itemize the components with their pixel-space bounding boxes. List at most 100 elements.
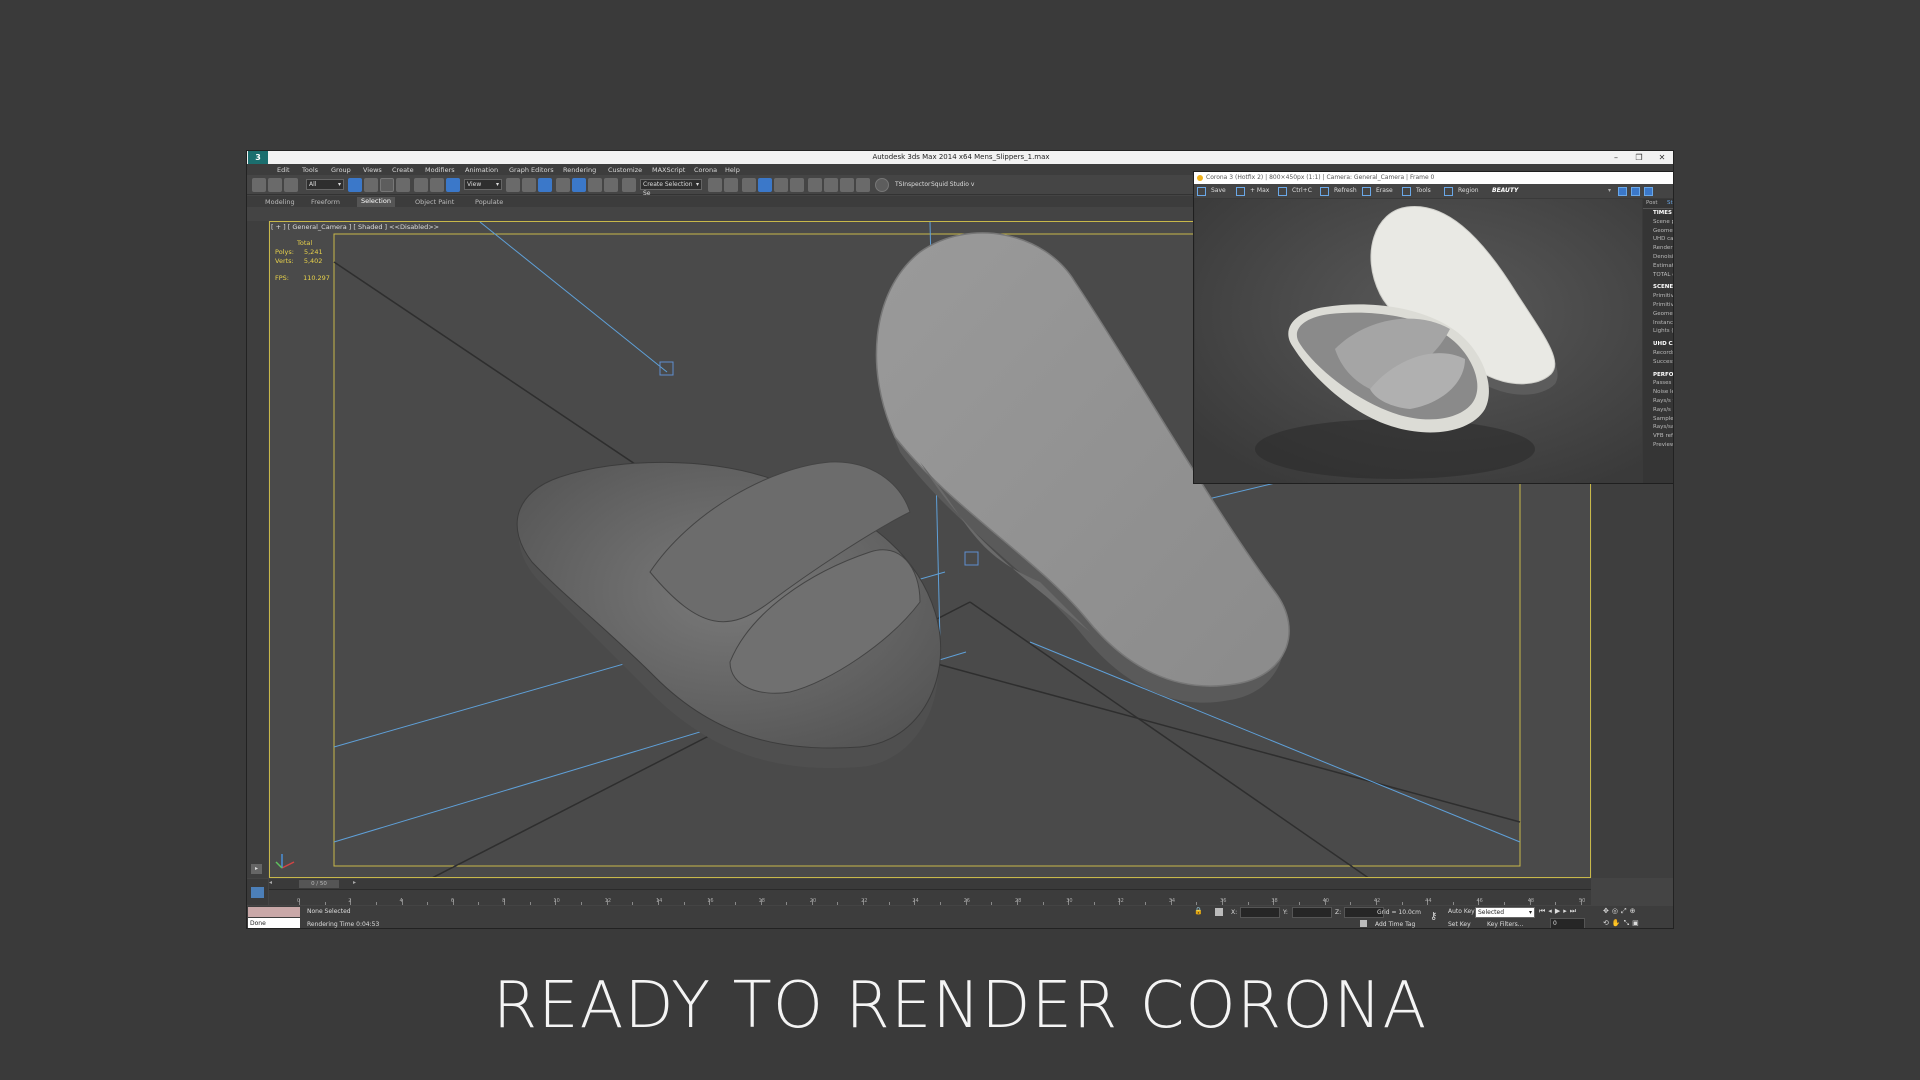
edit-named-selections-icon[interactable] (622, 178, 636, 192)
select-link-icon[interactable] (252, 178, 266, 192)
viewport-navigation-controls-2[interactable]: ⟲✋⤡▣ (1603, 919, 1642, 928)
vfb-save-button[interactable]: Save (1211, 187, 1226, 194)
material-editor-icon[interactable] (808, 178, 822, 192)
vfb-erase-icon[interactable] (1362, 187, 1371, 196)
vfb-max-button[interactable]: + Max (1250, 187, 1269, 194)
vfb-tools-icon[interactable] (1402, 187, 1411, 196)
tab-modeling[interactable]: Modeling (265, 198, 295, 206)
current-frame-field[interactable]: 0 (1550, 918, 1585, 928)
menu-help[interactable]: Help (725, 166, 740, 174)
vfb-element-dropdown-arrow-icon[interactable]: ▾ (1608, 187, 1611, 194)
vfb-region-button[interactable]: Region (1458, 187, 1479, 194)
select-by-name-icon[interactable] (364, 178, 378, 192)
vfb-refresh-button[interactable]: Refresh (1334, 187, 1357, 194)
selection-filter-dropdown[interactable]: All (306, 179, 344, 190)
vfb-ctrlc-button[interactable]: Ctrl+C (1292, 187, 1312, 194)
menu-maxscript[interactable]: MAXScript (652, 166, 685, 174)
menu-animation[interactable]: Animation (465, 166, 498, 174)
vfb-copy-icon[interactable] (1278, 187, 1287, 196)
vfb-rendered-image[interactable] (1195, 199, 1642, 483)
vfb-save-icon[interactable] (1197, 187, 1206, 196)
time-prev-icon[interactable]: ◂ (269, 879, 277, 889)
percent-snap-icon[interactable] (588, 178, 602, 192)
selection-lock-icon[interactable]: 🔒 (1194, 907, 1203, 915)
restore-icon[interactable]: ❐ (1628, 152, 1650, 163)
time-next-icon[interactable]: ▸ (353, 879, 361, 889)
render-production-icon[interactable] (856, 178, 870, 192)
render-setup-icon[interactable] (824, 178, 838, 192)
viewport-label[interactable]: [ + ] [ General_Camera ] [ Shaded ] <<Di… (271, 223, 439, 231)
mini-curve-editor-icon[interactable] (251, 887, 264, 898)
tab-object-paint[interactable]: Object Paint (415, 198, 454, 206)
corona-render-icon[interactable] (875, 178, 889, 192)
close-icon[interactable]: ✕ (1651, 152, 1673, 163)
key-selection-dropdown[interactable]: Selected (1475, 907, 1535, 918)
reference-coord-dropdown[interactable]: View (464, 179, 502, 190)
rotate-icon[interactable] (430, 178, 444, 192)
coord-y-field[interactable] (1292, 907, 1332, 918)
track-bar[interactable]: 0 2 4 6 8 10 12 14 16 18 20 22 24 26 28 30 32 34 36 38 40 42 4… (269, 889, 1591, 905)
menu-edit[interactable]: Edit (277, 166, 290, 174)
viewport-navigation-controls[interactable]: ✥◎⤢⊕ (1603, 907, 1638, 916)
squid-studio-button[interactable]: Squid Studio v (931, 181, 974, 188)
time-frame-counter[interactable]: 0 / 50 (299, 880, 339, 888)
curve-editor-icon[interactable] (774, 178, 788, 192)
mini-curve-toggle[interactable] (247, 879, 268, 905)
tab-selection[interactable]: Selection (357, 197, 395, 207)
menu-corona[interactable]: Corona (694, 166, 717, 174)
graphite-ribbon-icon[interactable] (758, 178, 772, 192)
time-tag-icon[interactable] (1360, 920, 1367, 927)
key-mode-icon[interactable]: ⚷ (1430, 911, 1437, 922)
corona-frame-buffer-window[interactable]: Corona 3 (Hotfix 2) | 800×450px (1:1) | … (1193, 171, 1673, 484)
menu-views[interactable]: Views (363, 166, 382, 174)
mirror-icon[interactable] (708, 178, 722, 192)
rect-selection-icon[interactable] (380, 178, 394, 192)
maxscript-output[interactable]: Done (248, 918, 300, 928)
add-time-tag-button[interactable]: Add Time Tag (1375, 921, 1415, 928)
maxscript-mini-icon[interactable]: ▸ (251, 864, 262, 874)
vfb-render-element-select[interactable]: BEAUTY (1492, 187, 1518, 194)
select-object-icon[interactable] (348, 178, 362, 192)
tab-freeform[interactable]: Freeform (311, 198, 340, 206)
maxscript-listener-input[interactable] (248, 907, 300, 917)
move-icon[interactable] (414, 178, 428, 192)
snaps-toggle-icon[interactable] (556, 178, 570, 192)
menu-rendering[interactable]: Rendering (563, 166, 596, 174)
menu-modifiers[interactable]: Modifiers (425, 166, 455, 174)
key-filters-button[interactable]: Key Filters... (1487, 921, 1524, 928)
menu-group[interactable]: Group (331, 166, 351, 174)
vfb-refresh-icon[interactable] (1320, 187, 1329, 196)
vfb-max-icon[interactable] (1236, 187, 1245, 196)
vfb-zoom-icon[interactable] (1618, 187, 1627, 196)
tab-populate[interactable]: Populate (475, 198, 503, 206)
angle-snap-icon[interactable] (572, 178, 586, 192)
slipper-left-model[interactable] (516, 461, 942, 769)
bind-space-warp-icon[interactable] (284, 178, 298, 192)
named-selection-sets-dropdown[interactable]: Create Selection Se (640, 179, 702, 197)
scale-icon[interactable] (446, 178, 460, 192)
pivot-center-icon[interactable] (506, 178, 520, 192)
auto-key-button[interactable]: Auto Key (1448, 908, 1475, 915)
spinner-snap-icon[interactable] (604, 178, 618, 192)
align-icon[interactable] (724, 178, 738, 192)
menu-customize[interactable]: Customize (608, 166, 642, 174)
select-manipulate-icon[interactable] (522, 178, 536, 192)
vfb-tools-button[interactable]: Tools (1416, 187, 1431, 194)
set-key-button[interactable]: Set Key (1448, 921, 1471, 928)
tab-stats[interactable]: St (1667, 199, 1673, 208)
vfb-fit-icon[interactable] (1631, 187, 1640, 196)
vfb-zoom-out-icon[interactable] (1644, 187, 1653, 196)
menu-create[interactable]: Create (392, 166, 414, 174)
unlink-icon[interactable] (268, 178, 282, 192)
rendered-frame-window-icon[interactable] (840, 178, 854, 192)
playback-controls[interactable]: ⏮◂▶▸⏭ (1539, 907, 1579, 916)
menu-graph-editors[interactable]: Graph Editors (509, 166, 554, 174)
schematic-view-icon[interactable] (790, 178, 804, 192)
layer-manager-icon[interactable] (742, 178, 756, 192)
menu-tools[interactable]: Tools (302, 166, 318, 174)
keyboard-shortcut-icon[interactable] (538, 178, 552, 192)
vfb-title[interactable]: Corona 3 (Hotfix 2) | 800×450px (1:1) | … (1194, 172, 1673, 184)
absolute-mode-icon[interactable] (1215, 908, 1223, 916)
vfb-erase-button[interactable]: Erase (1376, 187, 1393, 194)
tsinspector-button[interactable]: TSInspector (895, 181, 930, 188)
